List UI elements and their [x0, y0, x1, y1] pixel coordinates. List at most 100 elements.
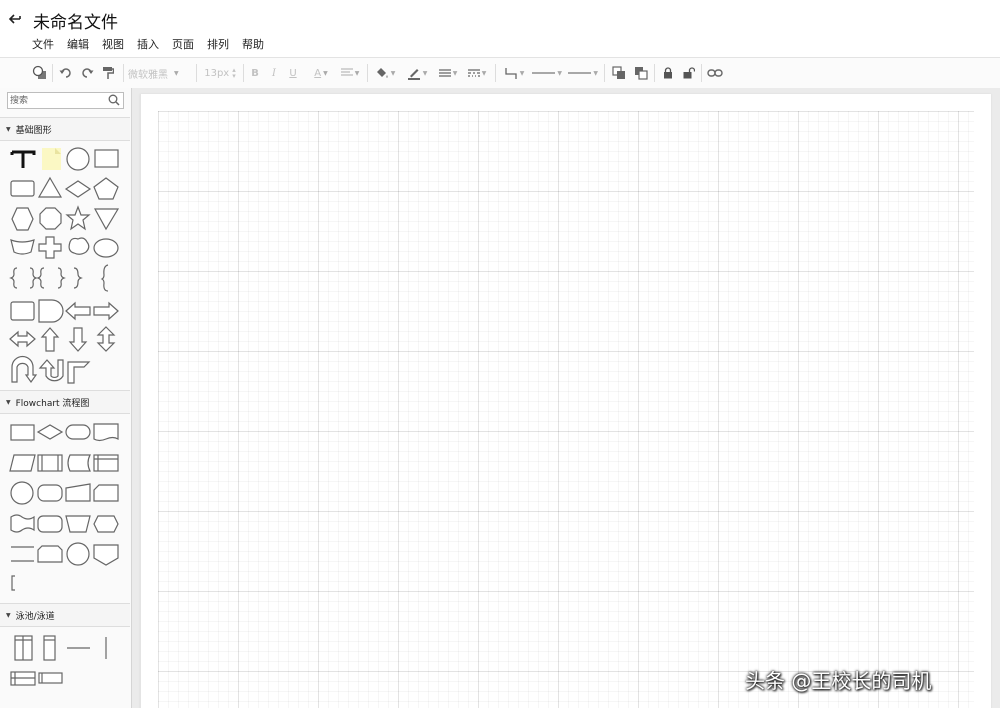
cloud-shape[interactable] — [68, 237, 90, 255]
menu-file[interactable]: 文件 — [32, 36, 54, 52]
text-align-button[interactable]: ▼ — [338, 63, 362, 83]
font-family-select[interactable]: 微软雅黑 ▼ — [128, 63, 190, 83]
collapse-triangle-icon: ▼ — [6, 125, 11, 133]
process-shape[interactable] — [10, 424, 35, 441]
manual-operation-shape[interactable] — [65, 515, 91, 533]
predefined-process-shape[interactable] — [37, 454, 63, 472]
menu-arrange[interactable]: 排列 — [207, 36, 229, 52]
vertical-lane-shape[interactable] — [43, 635, 56, 661]
parallel-mode-shape[interactable] — [11, 546, 34, 562]
double-arrow-shape[interactable] — [9, 330, 36, 348]
on-page-reference-shape[interactable] — [66, 542, 90, 566]
menu-bar: 文件 编辑 视图 插入 页面 排列 帮助 — [32, 36, 277, 52]
horizontal-lane-shape[interactable] — [38, 672, 63, 684]
manual-input-shape[interactable] — [65, 483, 91, 502]
menu-edit[interactable]: 编辑 — [67, 36, 89, 52]
menu-view[interactable]: 视图 — [102, 36, 124, 52]
card-flow-shape[interactable] — [93, 484, 119, 502]
line-color-button[interactable]: ▼ — [404, 63, 430, 83]
connector-circle-shape[interactable] — [10, 481, 34, 505]
font-color-button[interactable]: A ▼ — [309, 63, 333, 83]
font-family-value: 微软雅黑 — [128, 69, 168, 81]
internal-storage-shape[interactable] — [93, 454, 119, 472]
bring-to-front-button[interactable] — [610, 63, 628, 83]
horizontal-pool-shape[interactable] — [10, 671, 36, 686]
delay-shape[interactable] — [38, 299, 64, 323]
search-input[interactable] — [10, 93, 105, 108]
ellipse-shape[interactable] — [93, 238, 119, 258]
off-page-reference-shape[interactable] — [93, 544, 119, 566]
star-shape[interactable] — [65, 205, 91, 231]
up-arrow-shape[interactable] — [40, 327, 60, 352]
start-arrow-button[interactable]: ▼ — [532, 63, 562, 83]
text-shape[interactable] — [10, 150, 36, 168]
hexagon-shape[interactable] — [11, 207, 34, 231]
data-shape[interactable] — [9, 454, 36, 472]
menu-page[interactable]: 页面 — [172, 36, 194, 52]
send-to-back-button[interactable] — [632, 63, 650, 83]
vertical-pool-shape[interactable] — [14, 635, 33, 661]
unlock-button[interactable] — [681, 63, 697, 83]
shape-search-box — [7, 92, 124, 109]
line-width-button[interactable]: ▼ — [436, 63, 460, 83]
end-arrow-button[interactable]: ▼ — [568, 63, 598, 83]
loop-limit-shape[interactable] — [37, 545, 63, 563]
rounded-rectangle-shape[interactable] — [10, 180, 35, 197]
style-button[interactable] — [30, 63, 50, 83]
bold-button[interactable]: B — [248, 63, 262, 83]
link-button[interactable] — [706, 63, 724, 83]
decision-shape[interactable] — [36, 424, 64, 440]
card-shape[interactable] — [10, 301, 35, 321]
search-icon[interactable] — [108, 94, 120, 106]
fill-color-button[interactable]: ▼ — [372, 63, 398, 83]
lock-button[interactable] — [660, 63, 676, 83]
pentagon-shape[interactable] — [93, 177, 119, 200]
down-arrow-shape[interactable] — [68, 327, 88, 352]
annotation-shape[interactable] — [11, 575, 15, 591]
connector-style-button[interactable]: ▼ — [501, 63, 527, 83]
corner-shape[interactable] — [67, 361, 91, 384]
preparation-shape[interactable] — [93, 515, 119, 533]
inverted-triangle-shape[interactable] — [93, 208, 120, 231]
display-shape[interactable] — [37, 515, 63, 533]
paint-bucket-icon — [376, 68, 388, 78]
cross-shape[interactable] — [38, 236, 62, 259]
drawing-page[interactable] — [140, 94, 991, 708]
diamond-shape[interactable] — [64, 180, 92, 198]
sequential-data-shape[interactable] — [37, 484, 63, 502]
document-title[interactable]: 未命名文件 — [33, 8, 118, 33]
left-arrow-shape[interactable] — [65, 301, 91, 321]
punched-tape-shape[interactable] — [10, 514, 35, 533]
triangle-shape[interactable] — [37, 176, 63, 198]
stored-data-shape[interactable] — [67, 454, 91, 472]
back-button[interactable] — [6, 9, 24, 29]
canvas-area[interactable] — [132, 88, 1000, 708]
format-painter-button[interactable] — [100, 63, 116, 83]
terminator-shape[interactable] — [65, 424, 91, 440]
octagon-shape[interactable] — [39, 207, 62, 230]
note-shape[interactable] — [42, 148, 61, 170]
font-size-input[interactable]: 13px ▴ ▾ — [202, 63, 238, 83]
brace-shapes[interactable] — [9, 264, 109, 292]
section-basic-shapes[interactable]: ▼ 基础图形 — [0, 117, 130, 141]
redo-button[interactable] — [79, 63, 95, 83]
rectangle-shape[interactable] — [94, 149, 119, 168]
right-arrow-shape[interactable] — [93, 301, 119, 321]
section-flowchart[interactable]: ▼ Flowchart 流程图 — [0, 390, 130, 414]
shape-library-sidebar: ▼ 基础图形 — [0, 88, 132, 708]
italic-button[interactable]: I — [267, 63, 281, 83]
line-style-button[interactable]: ▼ — [465, 63, 489, 83]
section-swimlanes[interactable]: ▼ 泳池/泳道 — [0, 603, 130, 627]
undo-button[interactable] — [57, 63, 73, 83]
font-size-value: 13px — [204, 67, 230, 79]
grid-canvas[interactable] — [158, 111, 974, 708]
underline-button[interactable]: U — [286, 63, 300, 83]
u-turn-down-shape[interactable] — [38, 359, 64, 382]
tape-shape[interactable] — [10, 239, 35, 255]
document-shape[interactable] — [93, 423, 119, 442]
circle-shape[interactable] — [66, 147, 90, 171]
menu-help[interactable]: 帮助 — [242, 36, 264, 52]
vertical-double-arrow-shape[interactable] — [96, 326, 116, 352]
u-turn-shape[interactable] — [11, 355, 38, 384]
menu-insert[interactable]: 插入 — [137, 36, 159, 52]
